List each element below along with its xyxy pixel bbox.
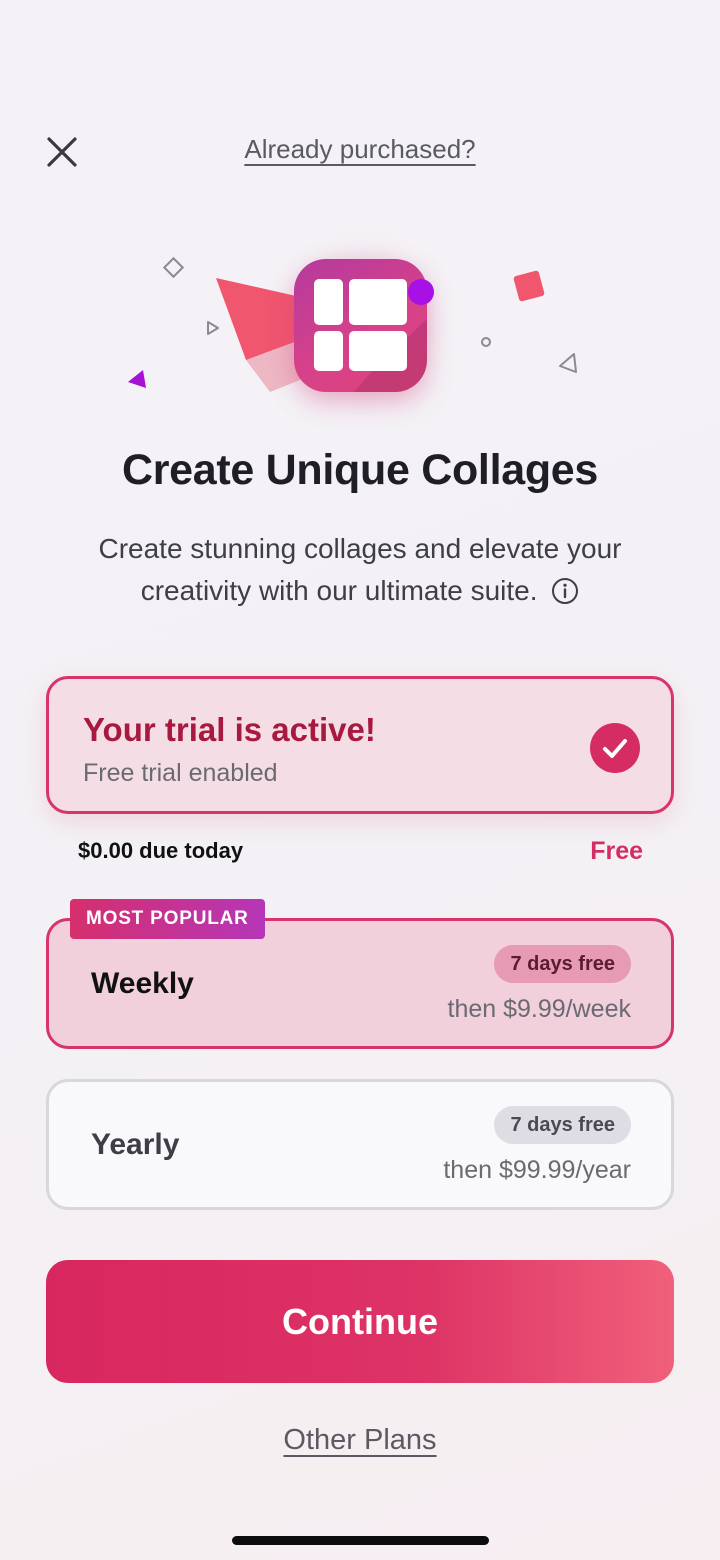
notification-dot-icon (408, 279, 434, 305)
plan-price: then $9.99/week (447, 995, 631, 1023)
plan-name: Yearly (91, 1128, 180, 1161)
diamond-outline-icon (162, 256, 185, 279)
triangle-outline-icon (559, 353, 577, 373)
plan-name: Weekly (91, 967, 194, 1000)
continue-button[interactable]: Continue (46, 1260, 674, 1383)
already-purchased-link[interactable]: Already purchased? (244, 134, 475, 164)
trial-days-badge: 7 days free (494, 1106, 631, 1144)
play-triangle-icon (207, 321, 219, 335)
pink-square-icon (513, 270, 545, 302)
purple-triangle-icon (128, 370, 146, 388)
already-purchased-row: Already purchased? (0, 134, 720, 165)
trial-days-badge: 7 days free (494, 945, 631, 983)
page-title: Create Unique Collages (121, 446, 599, 494)
info-icon[interactable] (551, 577, 579, 605)
plan-price: then $99.99/year (443, 1156, 631, 1184)
small-circle-icon (481, 337, 491, 347)
most-popular-badge: MOST POPULAR (70, 899, 265, 939)
trial-subtitle: Free trial enabled (83, 759, 278, 787)
other-plans-link[interactable]: Other Plans (283, 1424, 436, 1456)
trial-status-card: Your trial is active! Free trial enabled (46, 676, 674, 814)
page-subtitle: Create stunning collages and elevate you… (60, 528, 660, 612)
trial-title: Your trial is active! (83, 711, 376, 748)
free-price-label: Free (590, 837, 643, 865)
plan-option-yearly[interactable]: Yearly 7 days free then $99.99/year (46, 1079, 674, 1210)
due-today-label: $0.00 due today (78, 838, 244, 863)
check-icon (603, 739, 627, 758)
trial-checkmark (590, 723, 640, 773)
subtitle-text: Create stunning collages and elevate you… (98, 533, 622, 606)
other-plans-row: Other Plans (0, 1424, 720, 1457)
home-indicator[interactable] (232, 1536, 489, 1545)
